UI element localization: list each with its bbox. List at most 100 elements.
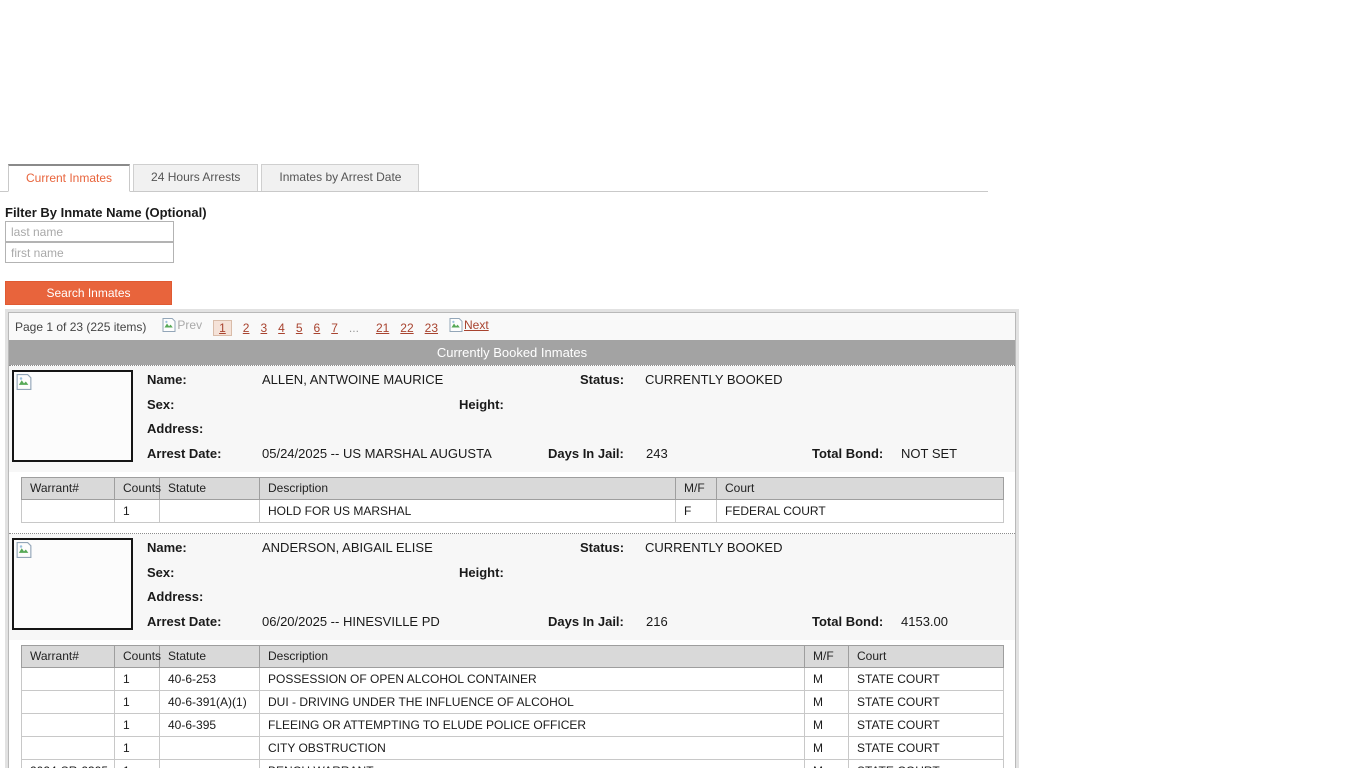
counts-cell: 1 <box>115 500 160 523</box>
inmate-roster-page: Current Inmates 24 Hours Arrests Inmates… <box>0 0 1366 768</box>
name-value: ANDERSON, ABIGAIL ELISE <box>262 540 433 555</box>
total-bond-value: NOT SET <box>901 446 957 461</box>
inmates-panel-inner: Page 1 of 23 (225 items) Prev1234567...2… <box>8 312 1016 768</box>
column-header-court: Court <box>849 646 1004 668</box>
next-button[interactable]: Next <box>449 318 489 332</box>
mf-cell: M <box>805 760 849 768</box>
table-row: 1 HOLD FOR US MARSHAL F FEDERAL COURT <box>22 500 1004 523</box>
total-bond-label: Total Bond: <box>812 614 883 629</box>
statute-cell: 40-6-253 <box>160 668 260 691</box>
pager-current-page: 1 <box>213 320 232 336</box>
sex-label: Sex: <box>147 565 174 580</box>
days-in-jail-label: Days In Jail: <box>548 614 624 629</box>
tab-24-hours-arrests[interactable]: 24 Hours Arrests <box>133 164 258 191</box>
warrant-cell <box>22 691 115 714</box>
inmates-panel: Page 1 of 23 (225 items) Prev1234567...2… <box>5 309 1019 768</box>
search-inmates-button[interactable]: Search Inmates <box>5 281 172 305</box>
mf-cell: F <box>676 500 717 523</box>
total-bond-value: 4153.00 <box>901 614 948 629</box>
prev-button[interactable]: Prev <box>162 318 202 332</box>
inmate-summary: Name: ANDERSON, ABIGAIL ELISE Status: CU… <box>9 534 1015 640</box>
next-label[interactable]: Next <box>464 318 489 332</box>
mf-cell: M <box>805 668 849 691</box>
description-cell: CITY OBSTRUCTION <box>260 737 805 760</box>
mf-cell: M <box>805 691 849 714</box>
counts-cell: 1 <box>115 737 160 760</box>
total-bond-label: Total Bond: <box>812 446 883 461</box>
description-cell: POSSESSION OF OPEN ALCOHOL CONTAINER <box>260 668 805 691</box>
tab-inmates-by-arrest-date[interactable]: Inmates by Arrest Date <box>261 164 419 191</box>
broken-image-icon <box>16 374 32 390</box>
charges-section: Warrant# Counts Statute Description M/F … <box>9 640 1015 768</box>
first-name-input[interactable] <box>5 242 174 263</box>
name-value: ALLEN, ANTWOINE MAURICE <box>262 372 443 387</box>
statute-cell <box>160 737 260 760</box>
name-label: Name: <box>147 372 187 387</box>
table-row: 1 40-6-391(A)(1) DUI - DRIVING UNDER THE… <box>22 691 1004 714</box>
warrant-cell: 2024-SR-2395 <box>22 760 115 768</box>
tab-bar: Current Inmates 24 Hours Arrests Inmates… <box>0 164 988 192</box>
court-cell: STATE COURT <box>849 714 1004 737</box>
pager-page-link[interactable]: 21 <box>376 321 389 335</box>
inmate-record: Name: ALLEN, ANTWOINE MAURICE Status: CU… <box>9 365 1015 533</box>
column-header-mf: M/F <box>676 478 717 500</box>
pager-page-link[interactable]: 6 <box>314 321 321 335</box>
charges-section: Warrant# Counts Statute Description M/F … <box>9 472 1015 533</box>
arrest-date-label: Arrest Date: <box>147 614 221 629</box>
counts-cell: 1 <box>115 760 160 768</box>
days-in-jail-value: 216 <box>646 614 668 629</box>
table-row: 2024-SR-2395 1 BENCH WARRANT M STATE COU… <box>22 760 1004 768</box>
status-badge: CURRENTLY BOOKED <box>645 540 783 555</box>
arrest-date-value: 06/20/2025 -- HINESVILLE PD <box>262 614 440 629</box>
inmate-list: Name: ALLEN, ANTWOINE MAURICE Status: CU… <box>9 365 1015 768</box>
pager-page-link[interactable]: 2 <box>243 321 250 335</box>
warrant-cell <box>22 714 115 737</box>
pager-page-link[interactable]: 7 <box>331 321 338 335</box>
charges-table: Warrant# Counts Statute Description M/F … <box>21 645 1004 768</box>
counts-cell: 1 <box>115 668 160 691</box>
charges-header-row: Warrant# Counts Statute Description M/F … <box>22 478 1004 500</box>
court-cell: STATE COURT <box>849 668 1004 691</box>
column-header-description: Description <box>260 646 805 668</box>
column-header-warrant: Warrant# <box>22 646 115 668</box>
column-header-counts: Counts <box>115 646 160 668</box>
statute-cell: 40-6-391(A)(1) <box>160 691 260 714</box>
column-header-counts: Counts <box>115 478 160 500</box>
arrest-date-value: 05/24/2025 -- US MARSHAL AUGUSTA <box>262 446 492 461</box>
pager-page-link[interactable]: 4 <box>278 321 285 335</box>
prev-label[interactable]: Prev <box>177 318 202 332</box>
charges-table: Warrant# Counts Statute Description M/F … <box>21 477 1004 523</box>
counts-cell: 1 <box>115 691 160 714</box>
warrant-cell <box>22 500 115 523</box>
pager: Page 1 of 23 (225 items) Prev1234567...2… <box>9 313 1015 340</box>
description-cell: HOLD FOR US MARSHAL <box>260 500 676 523</box>
status-label: Status: <box>580 372 624 387</box>
filter-section-label: Filter By Inmate Name (Optional) <box>5 205 1366 221</box>
pager-page-link[interactable]: 23 <box>425 321 438 335</box>
pager-summary: Page 1 of 23 (225 items) <box>15 320 146 334</box>
description-cell: DUI - DRIVING UNDER THE INFLUENCE OF ALC… <box>260 691 805 714</box>
height-label: Height: <box>459 397 504 412</box>
tab-current-inmates[interactable]: Current Inmates <box>8 164 130 192</box>
arrest-date-label: Arrest Date: <box>147 446 221 461</box>
pager-page-link[interactable]: 22 <box>400 321 413 335</box>
column-header-statute: Statute <box>160 646 260 668</box>
pager-page-link[interactable]: 5 <box>296 321 303 335</box>
inmate-record: Name: ANDERSON, ABIGAIL ELISE Status: CU… <box>9 533 1015 768</box>
status-badge: CURRENTLY BOOKED <box>645 372 783 387</box>
last-name-input[interactable] <box>5 221 174 242</box>
address-label: Address: <box>147 589 203 604</box>
column-header-court: Court <box>717 478 1004 500</box>
days-in-jail-value: 243 <box>646 446 668 461</box>
pager-links: Prev1234567...212223 Next <box>162 318 499 335</box>
name-label: Name: <box>147 540 187 555</box>
column-header-statute: Statute <box>160 478 260 500</box>
table-row: 1 40-6-395 FLEEING OR ATTEMPTING TO ELUD… <box>22 714 1004 737</box>
grid-title: Currently Booked Inmates <box>9 340 1015 365</box>
description-cell: FLEEING OR ATTEMPTING TO ELUDE POLICE OF… <box>260 714 805 737</box>
sex-label: Sex: <box>147 397 174 412</box>
pager-page-link[interactable]: 3 <box>260 321 267 335</box>
column-header-description: Description <box>260 478 676 500</box>
counts-cell: 1 <box>115 714 160 737</box>
column-header-mf: M/F <box>805 646 849 668</box>
